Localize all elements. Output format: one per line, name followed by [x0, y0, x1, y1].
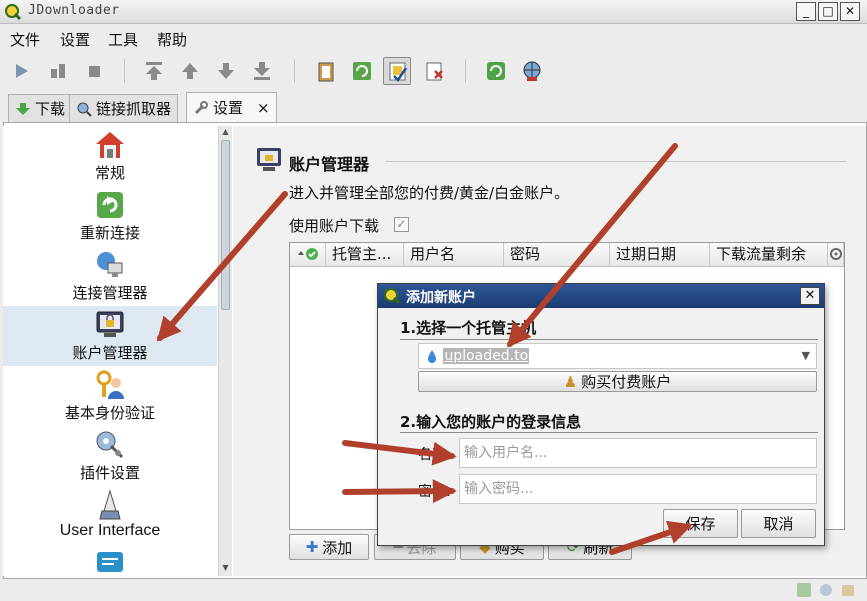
annotation-arrow — [506, 143, 678, 348]
annotation-arrow — [342, 440, 457, 466]
annotation-arrow — [342, 479, 457, 504]
annotation-arrow — [156, 191, 288, 342]
status-package-icon[interactable] — [840, 582, 856, 598]
annotation-arrow — [609, 520, 693, 555]
annotation-arrows — [156, 143, 693, 555]
status-reconnect-icon[interactable] — [796, 582, 812, 598]
status-bar — [0, 580, 867, 601]
status-network-icon[interactable] — [818, 582, 834, 598]
